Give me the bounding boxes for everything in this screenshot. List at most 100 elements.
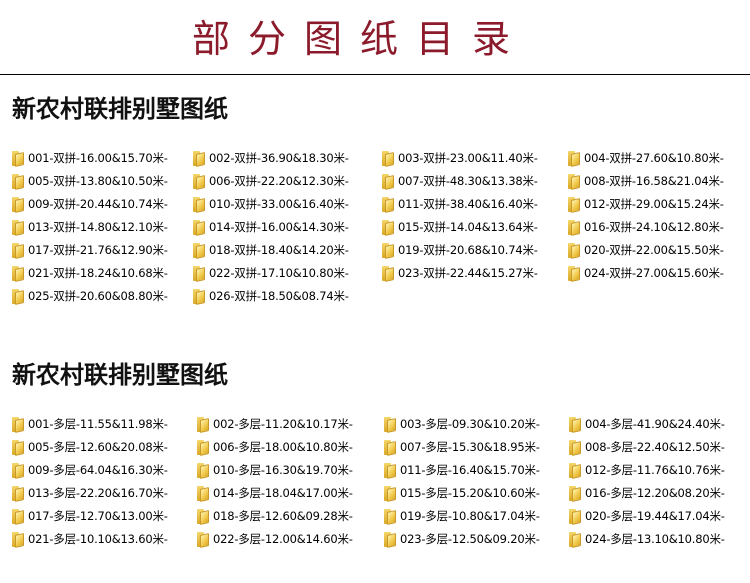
folder-icon <box>568 150 580 167</box>
folder-item[interactable]: 023-双拼-22.44&15.27米- <box>382 263 538 283</box>
folder-item[interactable]: 008-多层-22.40&12.50米- <box>569 437 725 457</box>
folder-icon <box>193 173 205 190</box>
folder-icon <box>197 439 209 456</box>
folder-icon <box>384 439 396 456</box>
folder-item[interactable]: 009-双拼-20.44&10.74米- <box>12 194 168 214</box>
folder-item[interactable]: 023-多层-12.50&09.20米- <box>384 529 540 549</box>
folder-label: 004-双拼-27.60&10.80米- <box>584 151 724 165</box>
folder-icon <box>12 265 24 282</box>
folder-label: 010-多层-16.30&19.70米- <box>213 463 353 477</box>
folder-label: 004-多层-41.90&24.40米- <box>585 417 725 431</box>
folder-item[interactable]: 002-多层-11.20&10.17米- <box>197 414 353 434</box>
folder-label: 008-多层-22.40&12.50米- <box>585 440 725 454</box>
folder-label: 020-双拼-22.00&15.50米- <box>584 243 724 257</box>
folder-label: 020-多层-19.44&17.04米- <box>585 509 725 523</box>
folder-item[interactable]: 016-多层-12.20&08.20米- <box>569 483 725 503</box>
folder-item[interactable]: 005-多层-12.60&20.08米- <box>12 437 168 457</box>
folder-icon <box>12 173 24 190</box>
folder-item[interactable]: 011-双拼-38.40&16.40米- <box>382 194 538 214</box>
folder-icon <box>193 219 205 236</box>
folder-icon <box>569 531 581 548</box>
folder-item[interactable]: 018-双拼-18.40&14.20米- <box>193 240 349 260</box>
folder-item[interactable]: 016-双拼-24.10&12.80米- <box>568 217 724 237</box>
folder-label: 017-多层-12.70&13.00米- <box>28 509 168 523</box>
folder-item[interactable]: 007-双拼-48.30&13.38米- <box>382 171 538 191</box>
folder-item[interactable]: 009-多层-64.04&16.30米- <box>12 460 168 480</box>
folder-icon <box>193 288 205 305</box>
folder-item[interactable]: 006-多层-18.00&10.80米- <box>197 437 353 457</box>
folder-item[interactable]: 007-多层-15.30&18.95米- <box>384 437 540 457</box>
folder-icon <box>382 173 394 190</box>
folder-icon <box>384 508 396 525</box>
folder-label: 014-多层-18.04&17.00米- <box>213 486 353 500</box>
folder-item[interactable]: 018-多层-12.60&09.28米- <box>197 506 353 526</box>
folder-icon <box>384 462 396 479</box>
folder-item[interactable]: 021-双拼-18.24&10.68米- <box>12 263 168 283</box>
folder-item[interactable]: 003-多层-09.30&10.20米- <box>384 414 540 434</box>
folder-label: 021-双拼-18.24&10.68米- <box>28 266 168 280</box>
folder-label: 019-多层-10.80&17.04米- <box>400 509 540 523</box>
folder-item[interactable]: 010-双拼-33.00&16.40米- <box>193 194 349 214</box>
folder-icon <box>569 439 581 456</box>
folder-icon <box>569 416 581 433</box>
folder-item[interactable]: 001-双拼-16.00&15.70米- <box>12 148 168 168</box>
folder-item[interactable]: 019-多层-10.80&17.04米- <box>384 506 540 526</box>
folder-icon <box>193 150 205 167</box>
folder-item[interactable]: 021-多层-10.10&13.60米- <box>12 529 168 549</box>
folder-icon <box>193 242 205 259</box>
folder-item[interactable]: 024-双拼-27.00&15.60米- <box>568 263 724 283</box>
folder-icon <box>12 508 24 525</box>
folder-item[interactable]: 026-双拼-18.50&08.74米- <box>193 286 349 306</box>
folder-label: 016-多层-12.20&08.20米- <box>585 486 725 500</box>
folder-item[interactable]: 017-多层-12.70&13.00米- <box>12 506 168 526</box>
folder-item[interactable]: 015-双拼-14.04&13.64米- <box>382 217 538 237</box>
folder-icon <box>12 439 24 456</box>
folder-label: 006-多层-18.00&10.80米- <box>213 440 353 454</box>
folder-item[interactable]: 025-双拼-20.60&08.80米- <box>12 286 168 306</box>
folder-item[interactable]: 008-双拼-16.58&21.04米- <box>568 171 724 191</box>
folder-label: 009-双拼-20.44&10.74米- <box>28 197 168 211</box>
folder-item[interactable]: 020-双拼-22.00&15.50米- <box>568 240 724 260</box>
folder-label: 015-双拼-14.04&13.64米- <box>398 220 538 234</box>
folder-item[interactable]: 013-多层-22.20&16.70米- <box>12 483 168 503</box>
folder-item[interactable]: 012-双拼-29.00&15.24米- <box>568 194 724 214</box>
folder-icon <box>197 508 209 525</box>
folder-icon <box>12 485 24 502</box>
folder-item[interactable]: 004-多层-41.90&24.40米- <box>569 414 725 434</box>
folder-label: 015-多层-15.20&10.60米- <box>400 486 540 500</box>
folder-icon <box>569 508 581 525</box>
folder-item[interactable]: 006-双拼-22.20&12.30米- <box>193 171 349 191</box>
folder-item[interactable]: 014-多层-18.04&17.00米- <box>197 483 353 503</box>
folder-icon <box>382 150 394 167</box>
folder-item[interactable]: 002-双拼-36.90&18.30米- <box>193 148 349 168</box>
folder-item[interactable]: 005-双拼-13.80&10.50米- <box>12 171 168 191</box>
folder-label: 007-双拼-48.30&13.38米- <box>398 174 538 188</box>
folder-item[interactable]: 004-双拼-27.60&10.80米- <box>568 148 724 168</box>
folder-label: 018-双拼-18.40&14.20米- <box>209 243 349 257</box>
folder-item[interactable]: 022-双拼-17.10&10.80米- <box>193 263 349 283</box>
folder-item[interactable]: 011-多层-16.40&15.70米- <box>384 460 540 480</box>
folder-label: 018-多层-12.60&09.28米- <box>213 509 353 523</box>
folder-item[interactable]: 024-多层-13.10&10.80米- <box>569 529 725 549</box>
folder-label: 002-多层-11.20&10.17米- <box>213 417 353 431</box>
folder-label: 010-双拼-33.00&16.40米- <box>209 197 349 211</box>
folder-label: 026-双拼-18.50&08.74米- <box>209 289 349 303</box>
folder-item[interactable]: 012-多层-11.76&10.76米- <box>569 460 725 480</box>
folder-item[interactable]: 022-多层-12.00&14.60米- <box>197 529 353 549</box>
folder-icon <box>568 219 580 236</box>
folder-item[interactable]: 017-双拼-21.76&12.90米- <box>12 240 168 260</box>
folder-item[interactable]: 020-多层-19.44&17.04米- <box>569 506 725 526</box>
folder-item[interactable]: 003-双拼-23.00&11.40米- <box>382 148 538 168</box>
folder-item[interactable]: 001-多层-11.55&11.98米- <box>12 414 168 434</box>
folder-item[interactable]: 015-多层-15.20&10.60米- <box>384 483 540 503</box>
folder-item[interactable]: 013-双拼-14.80&12.10米- <box>12 217 168 237</box>
folder-item[interactable]: 019-双拼-20.68&10.74米- <box>382 240 538 260</box>
folder-icon <box>568 265 580 282</box>
folder-label: 017-双拼-21.76&12.90米- <box>28 243 168 257</box>
folder-item[interactable]: 010-多层-16.30&19.70米- <box>197 460 353 480</box>
folder-item[interactable]: 014-双拼-16.00&14.30米- <box>193 217 349 237</box>
folder-label: 003-多层-09.30&10.20米- <box>400 417 540 431</box>
folder-icon <box>568 196 580 213</box>
folder-label: 012-多层-11.76&10.76米- <box>585 463 725 477</box>
section-heading: 新农村联排别墅图纸 <box>12 94 228 123</box>
